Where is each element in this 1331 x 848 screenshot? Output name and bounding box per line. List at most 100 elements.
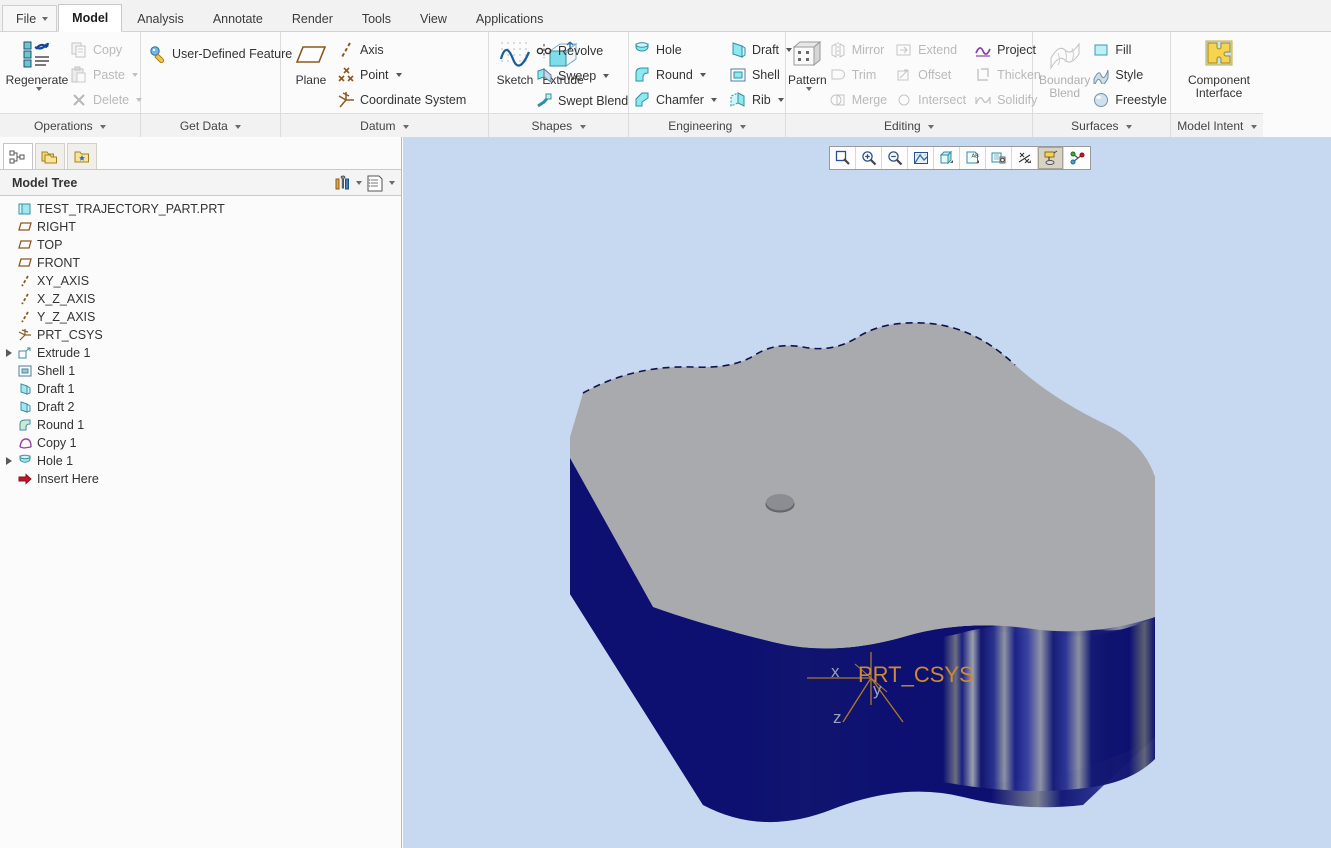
tree-item-round-1-label: Round 1 — [37, 418, 85, 432]
delete-button[interactable]: Delete — [68, 87, 146, 112]
fill-label: Fill — [1115, 42, 1132, 57]
user-defined-feature-label: User-Defined Feature — [172, 46, 293, 61]
display-button[interactable] — [366, 174, 395, 192]
copy-button[interactable]: Copy — [68, 37, 146, 62]
tree-item-x-z-axis[interactable]: X_Z_AXIS — [0, 290, 401, 308]
display-style-button[interactable] — [934, 147, 960, 169]
user-defined-feature-button[interactable]: User-Defined Feature — [147, 41, 296, 66]
expand-toggle[interactable] — [2, 457, 16, 465]
favorites-tab[interactable] — [67, 143, 97, 169]
tab-render[interactable]: Render — [278, 5, 347, 31]
refit-button[interactable] — [830, 147, 856, 169]
view-manager-button[interactable] — [986, 147, 1012, 169]
freestyle-button[interactable]: Freestyle — [1090, 87, 1170, 112]
axis-button[interactable]: Axis — [335, 37, 470, 62]
chamfer-button[interactable]: Chamfer — [631, 87, 721, 112]
refit-icon — [835, 150, 850, 165]
folder-browser-tab[interactable] — [35, 143, 65, 169]
ribbon-group-label-shapes[interactable]: Shapes — [489, 113, 628, 137]
tree-item-right-label: RIGHT — [37, 220, 76, 234]
zoom-out-button[interactable] — [882, 147, 908, 169]
pattern-button[interactable]: Pattern — [788, 36, 827, 91]
coordinate-system-label: Coordinate System — [360, 92, 467, 107]
paste-button[interactable]: Paste — [68, 62, 146, 87]
spin-center-button[interactable] — [1064, 147, 1090, 169]
cad-model: x y z PRT_CSYS — [570, 321, 1155, 823]
ribbon-group-label-surfaces[interactable]: Surfaces — [1033, 113, 1170, 137]
hole-label: Hole — [656, 42, 682, 57]
tree-item-round-1[interactable]: Round 1 — [0, 416, 401, 434]
tree-item-top[interactable]: TOP — [0, 236, 401, 254]
csys-z-label: z — [833, 708, 842, 727]
tree-item-xy-axis[interactable]: XY_AXIS — [0, 272, 401, 290]
chevron-down-icon — [100, 124, 107, 129]
chevron-down-icon — [356, 180, 362, 185]
tree-item-copy-1-label: Copy 1 — [37, 436, 77, 450]
revolve-button[interactable]: Revolve — [533, 38, 629, 63]
tree-item-extrude-1[interactable]: Extrude 1 — [0, 344, 401, 362]
tree-item-insert-here[interactable]: Insert Here — [0, 470, 401, 488]
datum-display-button[interactable] — [1012, 147, 1038, 169]
round-button[interactable]: Round — [631, 62, 721, 87]
shell-feature-icon — [16, 364, 34, 378]
tab-view[interactable]: View — [406, 5, 461, 31]
tree-item-root[interactable]: TEST_TRAJECTORY_PART.PRT — [0, 200, 401, 218]
tree-item-draft-1[interactable]: Draft 1 — [0, 380, 401, 398]
offset-button[interactable]: Offset — [893, 62, 970, 87]
style-button[interactable]: Style — [1090, 62, 1170, 87]
point-button[interactable]: Point — [335, 62, 470, 87]
tab-analysis[interactable]: Analysis — [123, 5, 198, 31]
ribbon-group-label-datum[interactable]: Datum — [281, 113, 488, 137]
sketch-button[interactable]: Sketch — [491, 36, 539, 87]
tree-item-front-label: FRONT — [37, 256, 81, 270]
tree-item-insert-here-label: Insert Here — [37, 472, 99, 486]
regenerate-button[interactable]: Regenerate — [6, 36, 68, 91]
round-label: Round — [656, 67, 693, 82]
coordinate-system-button[interactable]: Coordinate System — [335, 87, 470, 112]
swept-blend-button[interactable]: Swept Blend — [533, 88, 629, 113]
tab-model[interactable]: Model — [58, 4, 123, 32]
tab-render-label: Render — [291, 12, 333, 26]
tab-file[interactable]: File — [2, 5, 58, 31]
extend-button[interactable]: Extend — [893, 37, 970, 62]
boundary-blend-button[interactable]: Boundary Blend — [1039, 36, 1090, 100]
revolve-icon — [535, 42, 553, 60]
round-icon — [633, 66, 651, 84]
tab-annotate[interactable]: Annotate — [199, 5, 277, 31]
tree-item-y-z-axis[interactable]: Y_Z_AXIS — [0, 308, 401, 326]
tree-item-shell-1[interactable]: Shell 1 — [0, 362, 401, 380]
tree-item-copy-1[interactable]: Copy 1 — [0, 434, 401, 452]
ribbon-group-label-engineering[interactable]: Engineering — [629, 113, 785, 137]
named-views-button[interactable]: AB — [960, 147, 986, 169]
tree-item-right[interactable]: RIGHT — [0, 218, 401, 236]
zoom-in-button[interactable] — [856, 147, 882, 169]
tree-item-hole-1[interactable]: Hole 1 — [0, 452, 401, 470]
fill-button[interactable]: Fill — [1090, 37, 1170, 62]
tab-tools[interactable]: Tools — [348, 5, 405, 31]
plane-button[interactable]: Plane — [287, 36, 335, 87]
merge-button[interactable]: Merge — [827, 87, 891, 112]
hole-button[interactable]: Hole — [631, 37, 721, 62]
settings-button[interactable] — [333, 174, 362, 192]
tree-item-draft-2[interactable]: Draft 2 — [0, 398, 401, 416]
repaint-button[interactable] — [908, 147, 934, 169]
expand-toggle[interactable] — [2, 349, 16, 357]
annotation-display-button[interactable] — [1038, 147, 1064, 169]
trim-button[interactable]: Trim — [827, 62, 891, 87]
intersect-button[interactable]: Intersect — [893, 87, 970, 112]
ribbon-group-label-operations[interactable]: Operations — [0, 113, 140, 137]
mirror-button[interactable]: Mirror — [827, 37, 891, 62]
tab-applications[interactable]: Applications — [462, 5, 557, 31]
sweep-button[interactable]: Sweep — [533, 63, 629, 88]
model-tree-tab[interactable] — [3, 143, 33, 169]
graphics-viewport[interactable]: x y z PRT_CSYS AB — [403, 137, 1331, 848]
sweep-icon — [535, 67, 553, 85]
component-interface-button[interactable]: Component Interface — [1177, 36, 1261, 100]
editing-group-text: Editing — [883, 119, 921, 133]
tree-item-front[interactable]: FRONT — [0, 254, 401, 272]
tree-item-prt-csys[interactable]: PRT_CSYS — [0, 326, 401, 344]
ribbon-group-label-model-intent[interactable]: Model Intent — [1171, 113, 1263, 137]
ribbon-group-label-get-data[interactable]: Get Data — [141, 113, 280, 137]
point-label: Point — [360, 67, 389, 82]
ribbon-group-label-editing[interactable]: Editing — [786, 113, 1032, 137]
